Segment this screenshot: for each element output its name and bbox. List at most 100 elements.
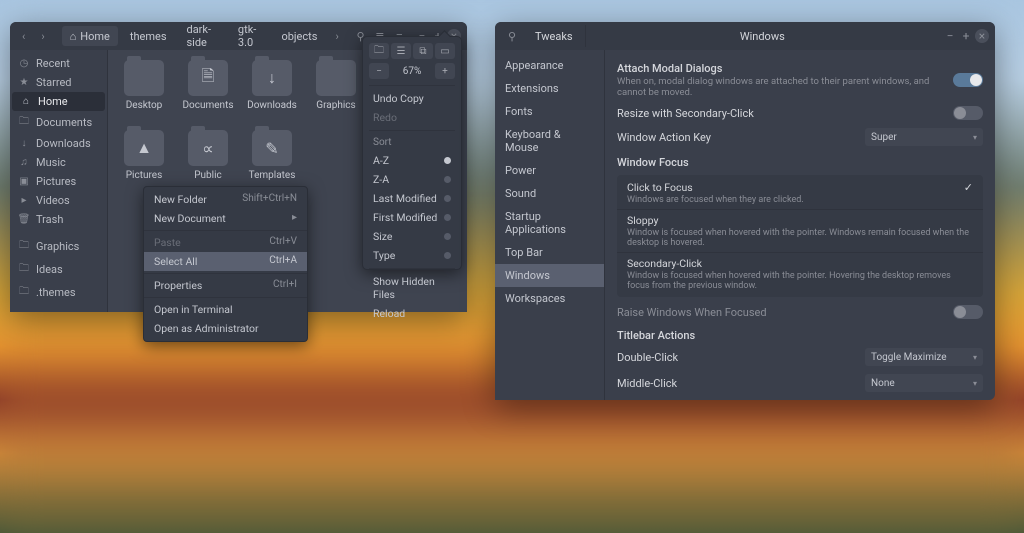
tweaks-sidebar-item[interactable]: Sound [495,182,604,205]
new-tab-icon-button[interactable]: ⧉ [413,43,433,59]
sidebar-item-themes[interactable]: 🗀.themes [10,281,107,304]
folder-item[interactable]: Desktop [112,60,176,130]
sidebar-item-label: Documents [36,116,92,129]
files-sidebar: ◷Recent ★Starred ⌂Home 🗀Documents ↓Downl… [10,50,108,312]
resize-secondary-label: Resize with Secondary-Click [617,107,945,120]
folder-item[interactable]: 🗎Documents [176,60,240,130]
tweaks-sidebar-item[interactable]: Fonts [495,100,604,123]
sort-option[interactable]: First Modified [369,208,455,227]
folder-icon: ▲ [124,130,164,166]
tba-select[interactable]: None▾ [865,374,983,392]
tweaks-titlebar: ⚲ Tweaks Windows − + × [495,22,995,50]
sidebar-item-label: Downloads [36,137,91,150]
path-seg-1[interactable]: dark-side [179,26,226,46]
folder-item[interactable]: Graphics [304,60,368,130]
path-seg-3[interactable]: objects [273,26,325,46]
folder-icon: 🗀 [18,238,30,255]
sidebar-item-trash[interactable]: 🗑 Trash [10,210,107,229]
sidebar-item-other[interactable]: +Other Locations [10,310,107,312]
sort-option[interactable]: Size [369,227,455,246]
ctx-open-terminal[interactable]: Open in Terminal [144,300,307,319]
sidebar-item-recent[interactable]: ◷Recent [10,54,107,73]
sort-option[interactable]: A-Z [369,151,455,170]
focus-option[interactable]: SloppyWindow is focused when hovered wit… [617,210,983,252]
tweaks-sidebar-item[interactable]: Appearance [495,54,604,77]
sidebar-item-label: Home [38,95,68,108]
new-folder-icon-button[interactable]: 🗀 [369,43,389,59]
folder-icon: 🗀 [18,284,30,301]
tweaks-sidebar-item[interactable]: Power [495,159,604,182]
chevron-down-icon: ▾ [973,353,977,362]
folder-item[interactable]: ↓Downloads [240,60,304,130]
path-seg-0[interactable]: themes [122,26,175,46]
folder-label: Graphics [316,100,355,111]
window-close[interactable]: × [975,29,989,43]
folder-label: Public [194,170,222,181]
folder-label: Templates [249,170,296,181]
sidebar-item-pictures[interactable]: ▣Pictures [10,172,107,191]
folder-label: Pictures [126,170,163,181]
sidebar-item-music[interactable]: ♫Music [10,153,107,172]
nav-forward-button[interactable]: › [35,26,50,46]
ctx-open-admin[interactable]: Open as Administrator [144,319,307,338]
show-hidden-item[interactable]: Show Hidden Files [369,272,455,304]
sidebar-item-label: Videos [36,194,70,207]
sidebar-item-ideas[interactable]: 🗀Ideas [10,258,107,281]
sidebar-item-home[interactable]: ⌂ Home [12,92,105,111]
trash-icon: 🗑 [18,214,30,225]
tweaks-sidebar-item[interactable]: Startup Applications [495,205,604,241]
video-icon: ▸ [18,195,30,206]
attach-modal-label: Attach Modal Dialogs When on, modal dial… [617,62,945,98]
raise-toggle[interactable] [953,305,983,319]
tweaks-sidebar-item[interactable]: Windows [495,264,604,287]
ctx-select-all[interactable]: Select AllCtrl+A [144,252,307,271]
music-icon: ♫ [18,157,30,168]
redo-item: Redo [369,108,455,127]
focus-option[interactable]: Click to FocusWindows are focused when t… [617,177,983,209]
tweaks-sidebar-item[interactable]: Extensions [495,77,604,100]
home-icon: ⌂ [20,96,32,107]
bookmark-icon-button[interactable]: ☰ [391,43,411,59]
tweaks-sidebar-item[interactable]: Keyboard & Mouse [495,123,604,159]
ctx-new-document[interactable]: New Document▸ [144,209,307,228]
ctx-new-folder[interactable]: New FolderShift+Ctrl+N [144,190,307,209]
nav-back-button[interactable]: ‹ [16,26,31,46]
sidebar-item-label: Trash [36,213,63,226]
clock-icon: ◷ [18,58,30,69]
tweaks-sidebar-item[interactable]: Top Bar [495,241,604,264]
undo-item[interactable]: Undo Copy [369,89,455,108]
attach-modal-toggle[interactable] [953,73,983,87]
ctx-properties[interactable]: PropertiesCtrl+I [144,276,307,295]
tweaks-main: Attach Modal Dialogs When on, modal dial… [605,50,995,400]
folder-label: Downloads [247,100,297,111]
sidebar-item-videos[interactable]: ▸ Videos [10,191,107,210]
focus-option[interactable]: Secondary-ClickWindow is focused when ho… [617,253,983,295]
tweaks-sidebar-item[interactable]: Workspaces [495,287,604,310]
sort-option[interactable]: Type [369,246,455,265]
sidebar-item-graphics[interactable]: 🗀Graphics [10,235,107,258]
sidebar-item-downloads[interactable]: ↓Downloads [10,134,107,153]
raise-label: Raise Windows When Focused [617,306,945,319]
zoom-in-button[interactable]: + [435,63,455,79]
sidebar-item-starred[interactable]: ★Starred [10,73,107,92]
reload-item[interactable]: Reload [369,304,455,323]
new-window-icon-button[interactable]: ▭ [435,43,455,59]
tba-label: Double-Click [617,351,857,364]
zoom-out-button[interactable]: − [369,63,389,79]
home-icon: ⌂ [70,30,77,43]
window-minimize[interactable]: − [943,29,957,43]
path-seg-2[interactable]: gtk-3.0 [230,26,270,46]
path-home[interactable]: ⌂ Home [62,26,118,46]
sort-option[interactable]: Last Modified [369,189,455,208]
path-more-button[interactable]: › [329,26,344,46]
search-icon[interactable]: ⚲ [501,26,523,46]
chevron-down-icon: ▾ [973,379,977,388]
window-maximize[interactable]: + [959,29,973,43]
tba-label: Middle-Click [617,377,857,390]
action-key-label: Window Action Key [617,131,857,144]
resize-secondary-toggle[interactable] [953,106,983,120]
sidebar-item-documents[interactable]: 🗀Documents [10,111,107,134]
sort-option[interactable]: Z-A [369,170,455,189]
action-key-select[interactable]: Super▾ [865,128,983,146]
tba-select[interactable]: Toggle Maximize▾ [865,348,983,366]
